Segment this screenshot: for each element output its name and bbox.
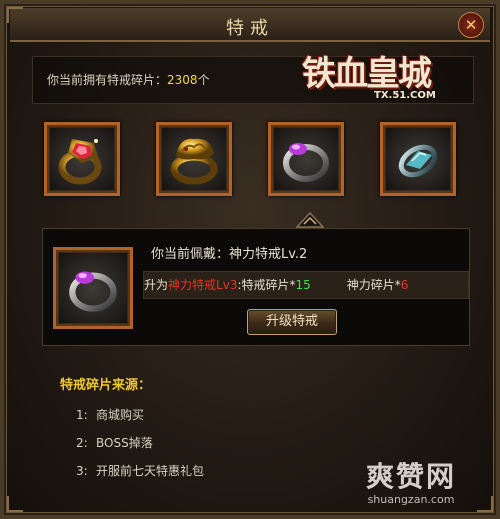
upgrade-ring-button[interactable]: 升级特戒	[247, 309, 337, 335]
upgrade-requirement: 升为神力特戒Lv3:特戒碎片*15 神力碎片*6	[143, 271, 469, 299]
fragment-label: 你当前拥有特戒碎片：	[47, 73, 168, 87]
upgrade-target: 神力特戒Lv	[168, 278, 230, 292]
watermark-url: shuangzan.com	[367, 493, 455, 506]
title-bar[interactable]: 特戒 ✕	[10, 8, 490, 42]
amethyst-silver-ring-icon	[69, 271, 117, 312]
close-button[interactable]: ✕	[458, 12, 484, 38]
current-ring-label: 你当前佩戴：神力特戒Lv.2	[151, 247, 308, 262]
logo-url: TX.51.COM	[374, 90, 436, 101]
site-watermark: 爽赞网 shuangzan.com	[336, 455, 486, 511]
fragment-count: 2308	[167, 73, 198, 87]
watermark-title: 爽赞网	[365, 460, 456, 493]
ring-detail-panel: 你当前佩戴：神力特戒Lv.2 升为神力特戒Lv3:特戒碎片*15 神力碎片*6 升…	[42, 228, 470, 346]
ring-slot-1[interactable]	[44, 122, 120, 196]
cost-fragment-value: 15	[295, 278, 311, 292]
window-title: 特戒	[226, 18, 274, 39]
ring-list	[44, 122, 464, 202]
frame-corner	[7, 496, 23, 512]
blue-crystal-ring-icon	[398, 144, 438, 178]
sources-title: 特戒碎片来源：	[60, 378, 152, 393]
cost-power-value: 6	[400, 278, 409, 292]
game-logo: 铁血皇城 TX.51.COM	[298, 38, 478, 116]
upgrade-prefix: 升为	[144, 278, 169, 292]
ring-panel: 特戒 ✕ 你当前拥有特戒碎片：2308个 铁血皇城 TX.51.COM 你当前佩…	[0, 0, 500, 519]
dragon-gold-ring-icon	[170, 138, 218, 185]
fragment-count-text: 你当前拥有特戒碎片：2308个	[47, 71, 210, 88]
ring-slot-2[interactable]	[156, 122, 232, 196]
upgrade-level: 3	[229, 278, 238, 292]
fragment-unit: 个	[197, 73, 210, 87]
source-item: 2: BOSS掉落	[76, 436, 153, 450]
amethyst-silver-ring-icon	[283, 143, 329, 182]
cost-fragment-label: :特戒碎片*	[237, 278, 296, 292]
ring-slot-3[interactable]	[268, 122, 344, 196]
selection-pointer-icon	[296, 212, 324, 228]
cost-power-label: 神力碎片*	[346, 278, 401, 292]
current-ring-slot[interactable]	[53, 247, 133, 329]
ruby-gold-ring-icon	[58, 139, 102, 185]
source-item: 3: 开服前七天特惠礼包	[76, 464, 205, 478]
ring-slot-4[interactable]	[380, 122, 456, 196]
frame-corner	[7, 7, 23, 23]
close-icon: ✕	[464, 16, 478, 34]
source-item: 1: 商城购买	[76, 408, 145, 422]
logo-title: 铁血皇城	[302, 54, 432, 94]
